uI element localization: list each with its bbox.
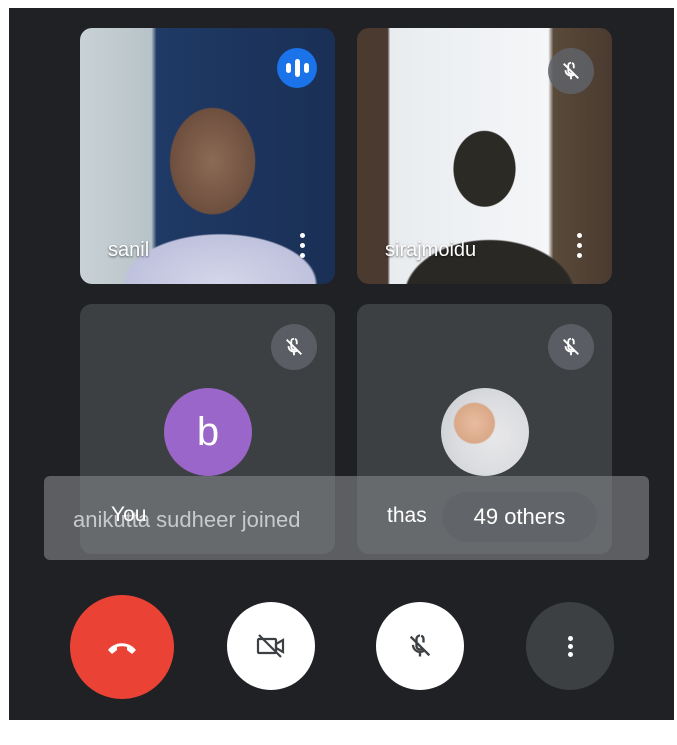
more-vert-icon[interactable] — [574, 228, 584, 264]
join-notification: anikutta sudheer joined You thas 49 othe… — [44, 476, 649, 560]
camera-toggle-button[interactable] — [227, 602, 315, 690]
participant-name: thas — [387, 504, 427, 527]
meeting-screen: sanil sirajmoidu b anikutta sudheer join… — [9, 8, 674, 720]
mic-off-icon — [409, 634, 431, 657]
mic-off-icon — [548, 324, 594, 370]
avatar — [441, 388, 529, 476]
mic-off-icon — [548, 48, 594, 94]
end-call-button[interactable] — [70, 595, 174, 699]
participant-tile-sirajmoidu[interactable]: sirajmoidu — [357, 28, 612, 284]
camera-off-icon — [256, 634, 285, 658]
others-count-button[interactable]: 49 others — [442, 492, 597, 542]
more-vert-icon — [567, 633, 573, 660]
mic-toggle-button[interactable] — [376, 602, 464, 690]
mic-off-icon — [271, 324, 317, 370]
speaking-indicator-icon — [277, 48, 317, 88]
phone-hangup-icon — [108, 643, 136, 654]
more-vert-icon[interactable] — [297, 228, 307, 264]
more-options-button[interactable] — [526, 602, 614, 690]
join-message: anikutta sudheer joined — [73, 507, 301, 532]
participant-name: sanil — [108, 239, 150, 261]
participant-tile-sanil[interactable]: sanil — [80, 28, 335, 284]
avatar: b — [164, 388, 252, 476]
participant-name: sirajmoidu — [385, 239, 477, 261]
self-label: You — [111, 503, 147, 526]
